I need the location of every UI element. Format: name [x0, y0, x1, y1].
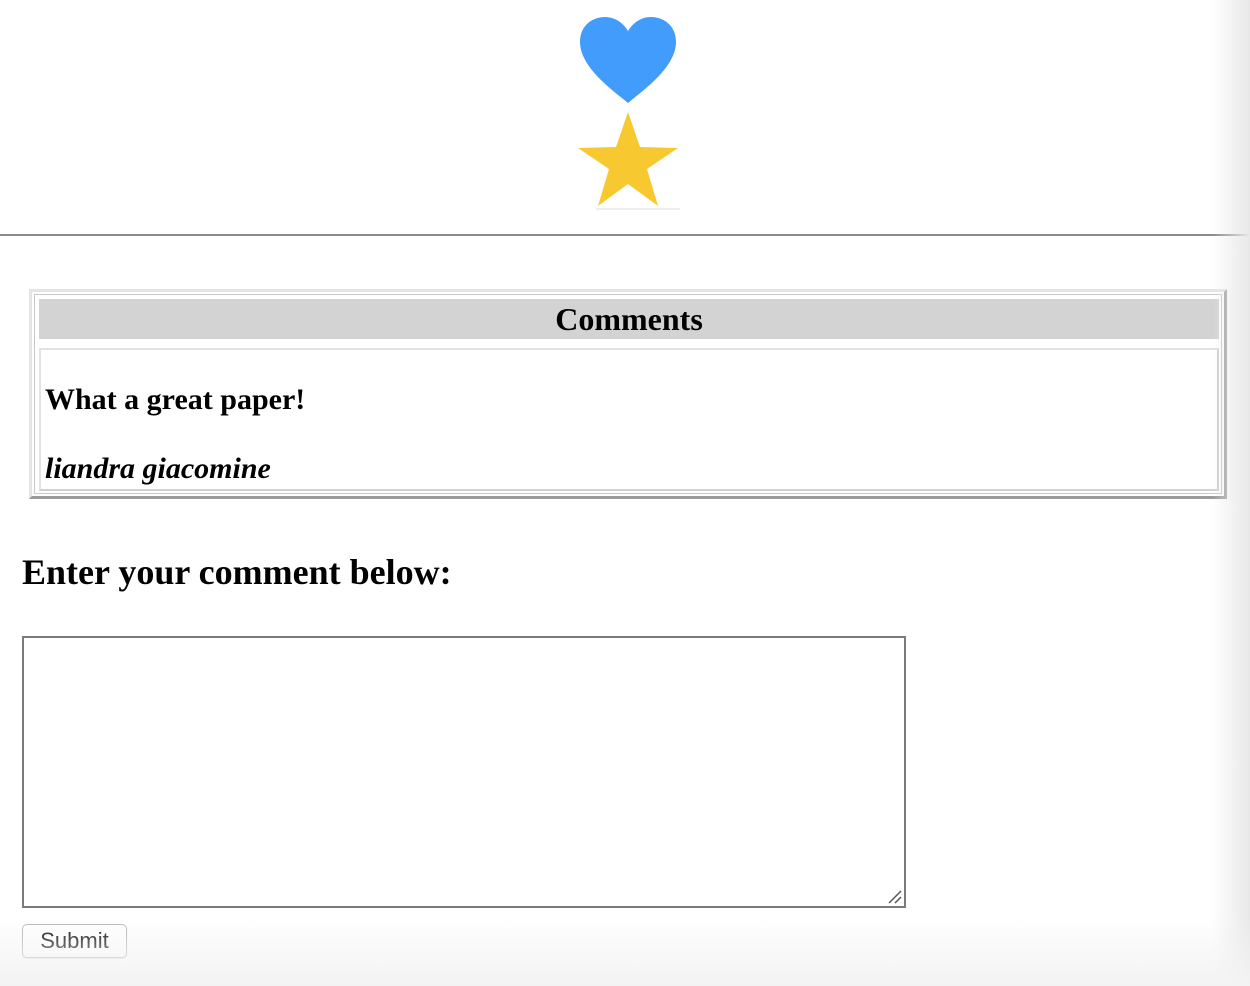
- resize-grip-icon[interactable]: [886, 888, 902, 904]
- comment-item: What a great paper! liandra giacomine: [39, 348, 1219, 491]
- comment-author: liandra giacomine: [45, 452, 271, 485]
- star-underline: [596, 208, 680, 210]
- heart-icon: [580, 17, 676, 103]
- star-button[interactable]: [577, 110, 679, 210]
- comments-header: Comments: [39, 299, 1219, 339]
- comment-textarea[interactable]: [22, 636, 906, 908]
- submit-button[interactable]: Submit: [22, 924, 127, 958]
- comment-form-heading: Enter your comment below:: [22, 552, 452, 592]
- comment-text: What a great paper!: [45, 383, 306, 416]
- star-icon: [578, 112, 678, 206]
- comments-table: Comments What a great paper! liandra gia…: [29, 289, 1227, 499]
- heart-button[interactable]: [578, 14, 678, 106]
- horizontal-divider: [0, 234, 1250, 236]
- window-bottom-shade: [0, 916, 1250, 986]
